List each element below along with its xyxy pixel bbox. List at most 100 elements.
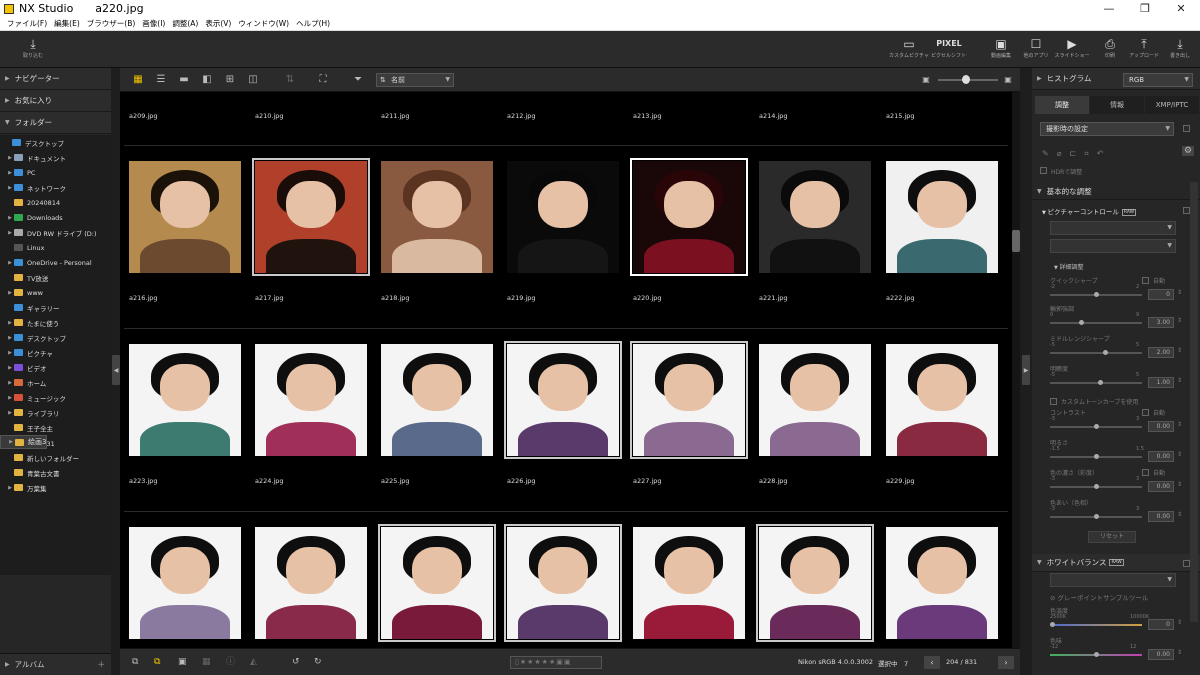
album-section[interactable]: ▶ アルバム + <box>0 653 111 675</box>
gray-point-tool[interactable]: ⊘ グレーポイントサンプルツール <box>1050 592 1148 602</box>
right-panel-collapse-handle[interactable]: ▶ <box>1022 355 1030 385</box>
folder-tree-item[interactable]: ▶ www <box>0 285 111 300</box>
auto-checkbox[interactable] <box>1142 277 1149 284</box>
list-view-icon[interactable]: ☰ <box>153 73 169 87</box>
picture-control-mode-select[interactable]: ▼ <box>1050 239 1176 253</box>
histogram-mode-select[interactable]: RGB ▼ <box>1123 73 1193 87</box>
slider-knob[interactable] <box>1098 380 1104 385</box>
preset-checkbox[interactable] <box>1183 125 1190 132</box>
folder-tree-item[interactable]: ▶ デスクトップ <box>0 330 111 345</box>
thumbnail[interactable] <box>756 524 874 642</box>
folder-tree-item[interactable]: デスクトップ <box>0 135 111 150</box>
slider-knob[interactable] <box>1094 454 1099 459</box>
folder-tree-item[interactable]: ▶ ピクチャ <box>0 345 111 360</box>
folder-tree-item[interactable]: ▶ DVD RW ドライブ (D:) <box>0 225 111 240</box>
stepper-icon[interactable]: ⇕ <box>1177 421 1182 428</box>
rotate-left-icon[interactable]: ↺ <box>292 656 300 668</box>
folder-tree-item[interactable]: 王子全主 <box>0 420 111 435</box>
menu-item[interactable]: ブラウザー(B) <box>87 18 136 29</box>
auto-checkbox[interactable] <box>1142 469 1149 476</box>
stepper-icon[interactable]: ⇕ <box>1177 649 1182 656</box>
multi-view-icon[interactable]: ⊞ <box>222 73 238 87</box>
menu-item[interactable]: 表示(V) <box>205 18 231 29</box>
right-panel-scrollbar[interactable] <box>1190 182 1198 622</box>
filter-icon[interactable]: ⏷ <box>350 73 366 87</box>
basic-adjust-section[interactable]: ▼ 基本的な調整 <box>1032 184 1200 200</box>
picture-control-checkbox[interactable] <box>1183 207 1190 214</box>
thumbnail[interactable] <box>381 161 493 273</box>
stepper-icon[interactable]: ⇕ <box>1177 481 1182 488</box>
minimize-icon[interactable]: — <box>1092 0 1126 17</box>
thumbnail[interactable] <box>759 344 871 456</box>
chevron-right-icon[interactable]: ▶ <box>6 485 14 491</box>
pixel-shift-button[interactable]: PIXEL ピクセルシフト合成 <box>931 36 967 59</box>
upload-button[interactable]: ⤒ アップロード <box>1126 36 1162 59</box>
chevron-right-icon[interactable]: ▶ <box>6 395 14 401</box>
white-balance-section[interactable]: ▼ ホワイトバランス RAW <box>1032 554 1200 572</box>
folder-tree-item[interactable]: ▶ ミュージック <box>0 390 111 405</box>
maximize-icon[interactable]: ❐ <box>1128 0 1162 17</box>
chevron-right-icon[interactable]: ▶ <box>6 215 14 221</box>
thumbnail[interactable] <box>886 344 998 456</box>
slider-value-field[interactable]: 0.00 <box>1148 481 1174 492</box>
grid-icon[interactable]: ▦ <box>202 656 211 668</box>
slider-track[interactable] <box>1050 382 1142 384</box>
menu-item[interactable]: ウィンドウ(W) <box>238 18 289 29</box>
export-button[interactable]: ⤓ 書き出し <box>1162 36 1198 59</box>
slider-knob[interactable] <box>1094 424 1099 429</box>
gear-icon[interactable]: ⚙ <box>1182 146 1195 156</box>
compare-view-icon[interactable]: ◧ <box>199 73 215 87</box>
movie-edit-button[interactable]: ▣ 動画編集 <box>983 36 1019 59</box>
thumbnail[interactable] <box>633 527 745 639</box>
slider-value-field[interactable]: 2.00 <box>1148 347 1174 358</box>
white-balance-select[interactable]: ▼ <box>1050 573 1176 587</box>
slider-track[interactable] <box>1050 352 1142 354</box>
thumbnail[interactable] <box>759 161 871 273</box>
tab-info[interactable]: 情報 <box>1090 96 1144 114</box>
thumbnail-grid-view-icon[interactable]: ▦ <box>130 73 146 87</box>
thumbnail[interactable] <box>886 527 998 639</box>
folder-tree-item[interactable]: ▶ たまに使う <box>0 315 111 330</box>
rotate-right-icon[interactable]: ↻ <box>314 656 322 668</box>
import-button[interactable]: ⤓ 取り込む <box>16 36 50 59</box>
sort-select[interactable]: ⇅ 名前 ▼ <box>376 73 454 87</box>
histogram-icon[interactable]: ◭ <box>250 656 257 668</box>
folders-section[interactable]: ▼ フォルダー <box>0 112 111 134</box>
thumbnail[interactable] <box>381 344 493 456</box>
single-view-icon[interactable]: ▬ <box>176 73 192 87</box>
folder-tree-item[interactable]: 新しいフォルダー <box>0 450 111 465</box>
slider-value-field[interactable]: 3.00 <box>1148 317 1174 328</box>
menu-item[interactable]: 編集(E) <box>54 18 80 29</box>
close-icon[interactable]: ✕ <box>1164 0 1198 17</box>
chevron-right-icon[interactable]: ▶ <box>6 290 14 296</box>
zoom-in-icon[interactable]: ▣ <box>1000 73 1016 87</box>
chevron-right-icon[interactable]: ▶ <box>6 335 14 341</box>
thumbnail[interactable] <box>507 161 619 273</box>
tab-xmp-iptc[interactable]: XMP/IPTC <box>1145 96 1199 114</box>
label-icon[interactable]: ⧉ <box>132 656 138 668</box>
thumbnail-size-knob[interactable] <box>962 75 970 84</box>
thumbnail[interactable] <box>378 524 496 642</box>
tab-adjust[interactable]: 調整 <box>1035 96 1089 114</box>
menu-item[interactable]: ファイル(F) <box>7 18 47 29</box>
chevron-right-icon[interactable]: ▶ <box>6 260 14 266</box>
zoom-out-icon[interactable]: ▣ <box>918 73 934 87</box>
chevron-right-icon[interactable]: ▶ <box>6 365 14 371</box>
stepper-icon[interactable]: ⇕ <box>1177 619 1182 626</box>
slider-knob[interactable] <box>1094 514 1099 519</box>
folder-tree-item[interactable]: 20240814 <box>0 195 111 210</box>
frame-icon[interactable]: ▣ <box>178 656 187 668</box>
thumbnail[interactable] <box>504 524 622 642</box>
chevron-right-icon[interactable]: ▶ <box>6 155 14 161</box>
slider-value-field[interactable]: 0 <box>1148 289 1174 300</box>
edit-tools-icons[interactable]: ✎ ⌀ ⊏ ⌗ ↶ <box>1042 148 1103 159</box>
chevron-right-icon[interactable]: ▶ <box>6 185 14 191</box>
select-all-icon[interactable]: ⧉ <box>154 656 160 668</box>
hdr-checkbox[interactable] <box>1040 167 1047 174</box>
folder-tree-item[interactable]: ▶ PC <box>0 165 111 180</box>
chevron-right-icon[interactable]: ▶ <box>7 436 15 448</box>
folder-tree-item[interactable]: ▶ ビデオ <box>0 360 111 375</box>
slider-knob[interactable] <box>1050 622 1055 627</box>
grid-scrollbar[interactable] <box>1012 92 1020 648</box>
navigator-section[interactable]: ▶ ナビゲーター <box>0 68 111 90</box>
